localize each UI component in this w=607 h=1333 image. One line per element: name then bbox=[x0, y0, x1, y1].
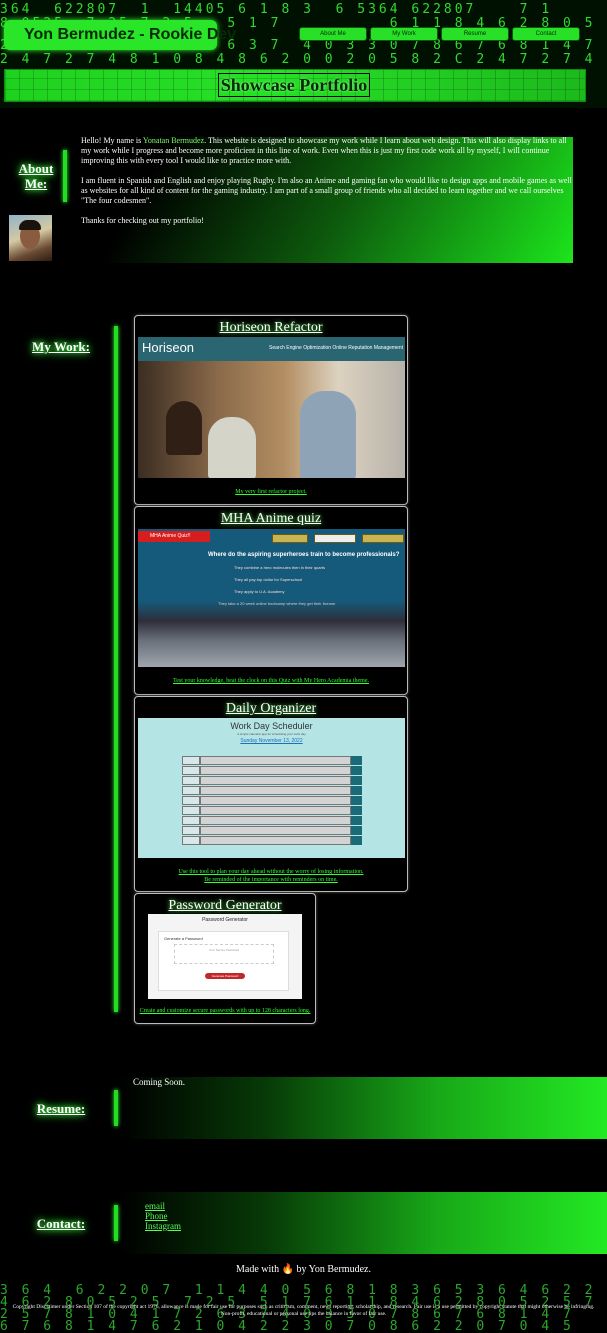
project-caption[interactable]: Create and customize secure passwords wi… bbox=[135, 1007, 315, 1015]
project-title[interactable]: Daily Organizer bbox=[135, 701, 407, 717]
project-card-horiseon[interactable]: Horiseon Refactor Horiseon Search Engine… bbox=[134, 315, 408, 505]
about-paragraph-1: Hello! My name is Yonatan Bermudez. This… bbox=[81, 136, 573, 166]
project-caption[interactable]: My very first refactor project. bbox=[135, 488, 407, 496]
instagram-link[interactable]: Instagram bbox=[145, 1221, 181, 1231]
nav-about-me[interactable]: About Me bbox=[299, 27, 367, 41]
about-divider bbox=[63, 150, 67, 202]
resume-text: Coming Soon. bbox=[133, 1077, 186, 1087]
project-title[interactable]: Horiseon Refactor bbox=[135, 320, 407, 336]
about-paragraph-3: Thanks for checking out my portfolio! bbox=[81, 216, 204, 225]
caption-line[interactable]: Be reminded of the importance with remin… bbox=[135, 876, 407, 884]
fire-icon: 🔥 bbox=[281, 1264, 295, 1275]
nav-resume[interactable]: Resume bbox=[441, 27, 509, 41]
site-brand: Yon Bermudez - Rookie Dev bbox=[24, 26, 237, 43]
project-title[interactable]: MHA Anime quiz bbox=[135, 511, 407, 527]
project-screenshot-scheduler[interactable]: Work Day Scheduler A simple calendar app… bbox=[138, 718, 405, 858]
screenshot-placeholder: Your Secure Password bbox=[174, 944, 274, 964]
project-title[interactable]: Password Generator bbox=[135, 898, 315, 914]
page-title: Showcase Portfolio bbox=[218, 73, 370, 97]
matrix-background-row: 364 622807 1 14405 6 1 8 3 6 5364 622807… bbox=[0, 2, 553, 17]
resume-background bbox=[120, 1077, 607, 1139]
screenshot-answer: They combine a hero molecules then in th… bbox=[234, 565, 325, 570]
screenshot-subtitle: Generate a Password bbox=[164, 936, 203, 941]
email-link[interactable]: email bbox=[145, 1201, 181, 1211]
screenshot-answer: They apply to U.A. Academy bbox=[234, 589, 285, 594]
screenshot-logo-text: Horiseon bbox=[142, 340, 195, 355]
project-caption[interactable]: Test your knowledge, beat the clock on t… bbox=[135, 677, 407, 685]
my-work-divider bbox=[114, 326, 118, 1012]
contact-heading: Contact: bbox=[36, 1216, 86, 1231]
made-with-text: Made with bbox=[236, 1264, 280, 1275]
scheduler-rows bbox=[182, 756, 362, 846]
header: 364 622807 1 14405 6 1 8 3 6 5364 622807… bbox=[0, 0, 607, 108]
screenshot-nav-text: Search Engine Optimization Online Reputa… bbox=[269, 345, 403, 351]
my-work-heading: My Work: bbox=[32, 339, 90, 354]
resume-divider bbox=[114, 1090, 118, 1126]
main-nav: About Me My Work Resume Contact bbox=[299, 27, 580, 41]
project-screenshot-horiseon[interactable]: Horiseon Search Engine Optimization Onli… bbox=[138, 337, 405, 478]
screenshot-answer: They all pay top dollar for Superschool bbox=[234, 577, 303, 582]
contact-divider bbox=[114, 1205, 118, 1241]
copyright-disclaimer: Copyright Disclaimer under Section 107 o… bbox=[12, 1304, 595, 1317]
nav-contact[interactable]: Contact bbox=[512, 27, 580, 41]
about-intro: Hello! My name is bbox=[81, 136, 143, 145]
matrix-background-row: 2 4 7 2 7 4 8 1 0 8 4 8 6 2 0 0 2 0 5 8 … bbox=[0, 52, 607, 67]
matrix-background-row: 6 7 6 8 1 4 7 6 2 1 0 4 2 2 3 0 7 0 8 6 … bbox=[0, 1319, 574, 1333]
screenshot-question: Where do the aspiring superheroes train … bbox=[208, 552, 400, 558]
footer-made-with: Made with 🔥 by Yon Bermudez. bbox=[0, 1264, 607, 1275]
project-card-daily-organizer[interactable]: Daily Organizer Work Day Scheduler A sim… bbox=[134, 696, 408, 892]
made-by-text: by Yon Bermudez. bbox=[296, 1264, 371, 1275]
contact-background bbox=[120, 1192, 607, 1254]
about-heading: About Me: bbox=[18, 161, 54, 191]
about-text: Hello! My name is Yonatan Bermudez. This… bbox=[81, 136, 573, 236]
about-paragraph-2: I am fluent in Spanish and English and e… bbox=[81, 176, 572, 205]
project-card-password-generator[interactable]: Password Generator Password Generator Ge… bbox=[134, 893, 316, 1024]
nav-my-work[interactable]: My Work bbox=[370, 27, 438, 41]
project-screenshot-mha[interactable]: MHA Anime Quiz!! Where do the aspiring s… bbox=[138, 529, 405, 667]
screenshot-badge: MHA Anime Quiz!! bbox=[138, 531, 210, 542]
screenshot-button: Generate Password bbox=[205, 973, 245, 979]
screenshot-subtitle: A simple calendar app for scheduling you… bbox=[237, 732, 306, 736]
project-caption[interactable]: Use this tool to plan your day ahead wit… bbox=[135, 868, 407, 884]
resume-heading: Resume: bbox=[36, 1101, 86, 1116]
phone-link[interactable]: Phone bbox=[145, 1211, 181, 1221]
caption-line[interactable]: Use this tool to plan your day ahead wit… bbox=[135, 868, 407, 876]
screenshot-title: Work Day Scheduler bbox=[230, 721, 313, 731]
project-card-mha-quiz[interactable]: MHA Anime quiz MHA Anime Quiz!! Where do… bbox=[134, 506, 408, 695]
screenshot-date: Sunday November 13, 2022 bbox=[240, 738, 303, 744]
avatar bbox=[9, 215, 52, 261]
contact-links: email Phone Instagram bbox=[145, 1201, 181, 1231]
project-screenshot-password[interactable]: Password Generator Generate a Password Y… bbox=[148, 914, 302, 999]
author-name: Yonatan Bermudez bbox=[142, 136, 205, 145]
screenshot-title: Password Generator bbox=[202, 917, 248, 923]
